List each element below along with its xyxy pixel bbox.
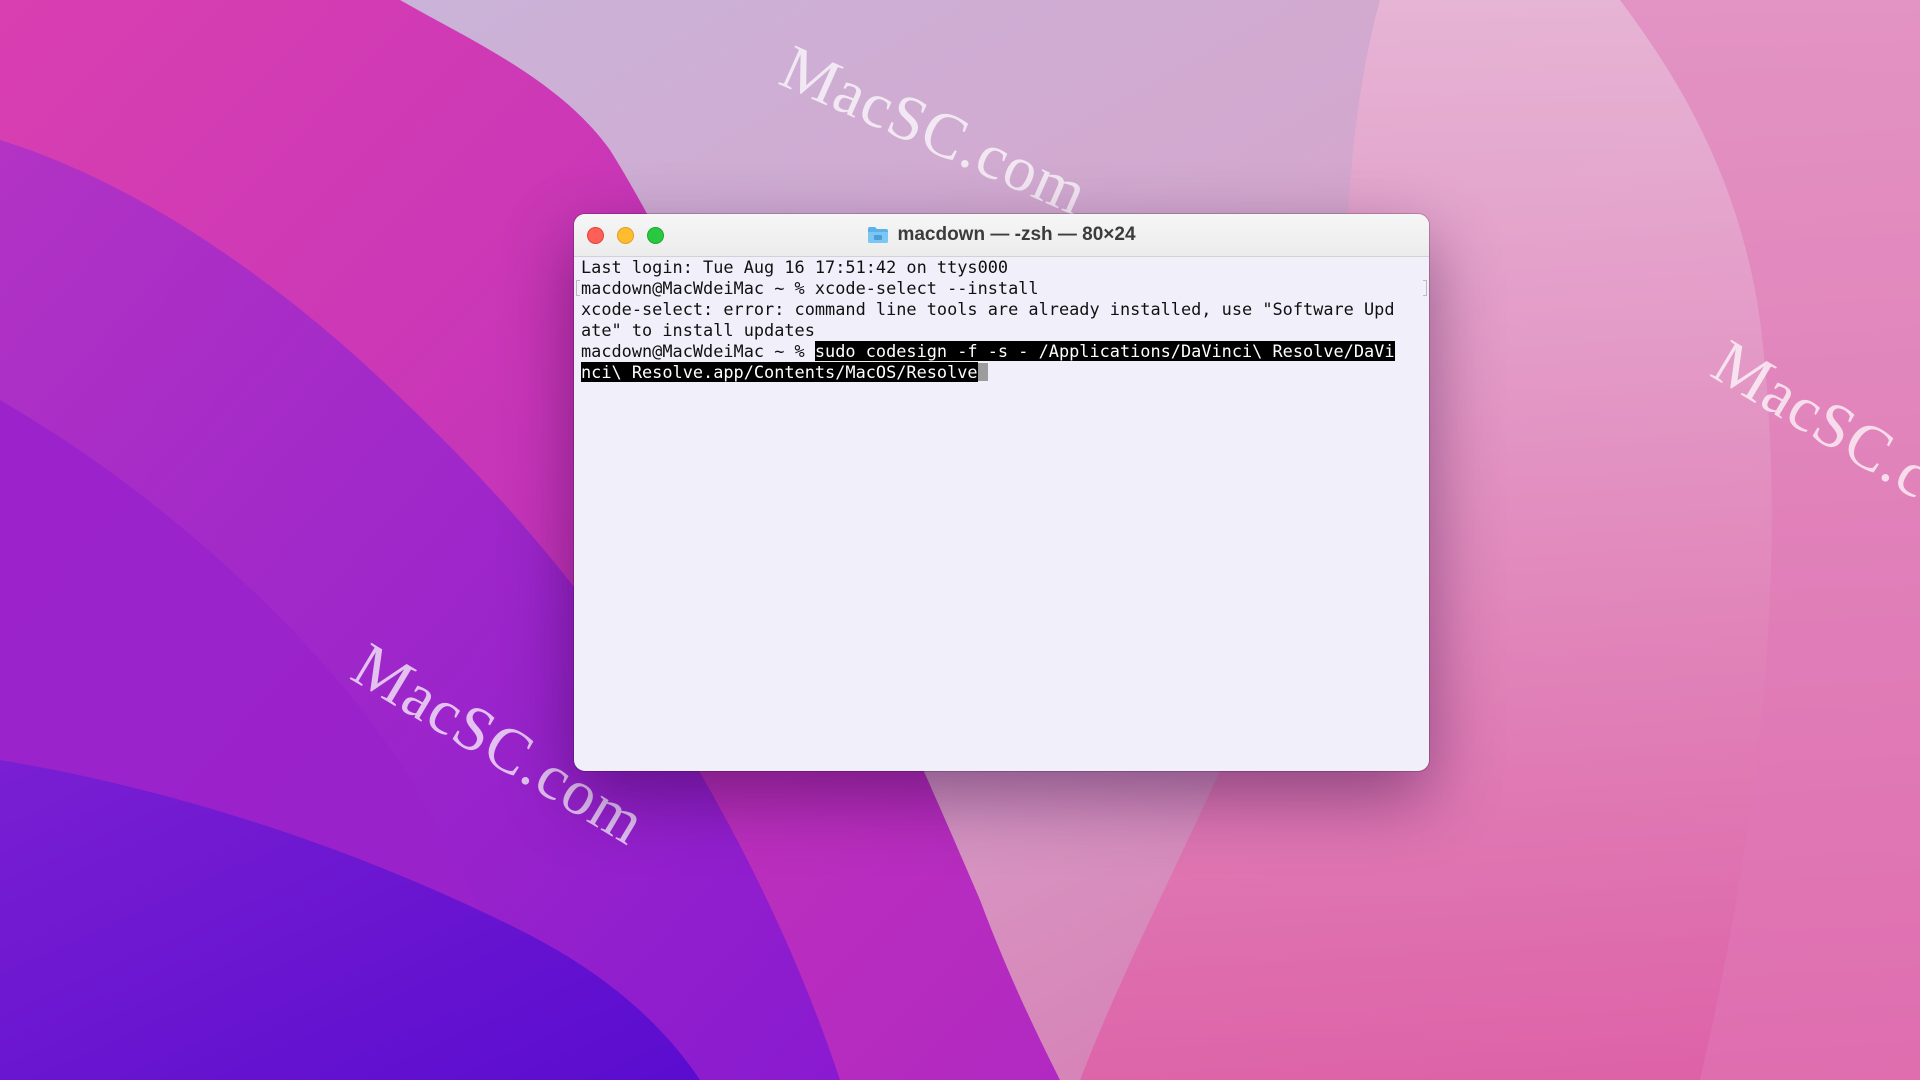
terminal-command-line-continued: nci\ Resolve.app/Contents/MacOS/Resolve <box>581 362 1422 383</box>
folder-icon <box>867 226 889 244</box>
terminal-line: ate" to install updates <box>581 320 815 340</box>
terminal-line: macdown@MacWdeiMac ~ % xcode-select --in… <box>581 278 1039 298</box>
line-mark-left <box>576 280 580 296</box>
terminal-command-line: macdown@MacWdeiMac ~ % sudo codesign -f … <box>581 341 1422 362</box>
terminal-screen[interactable]: Last login: Tue Aug 16 17:51:42 on ttys0… <box>574 257 1429 771</box>
shell-prompt: macdown@MacWdeiMac ~ % <box>581 341 815 361</box>
window-title-area: macdown — -zsh — 80×24 <box>574 214 1429 256</box>
selected-command-text: sudo codesign -f -s - /Applications/DaVi… <box>814 341 1395 361</box>
line-mark-right <box>1423 280 1427 296</box>
selected-command-text-continued: nci\ Resolve.app/Contents/MacOS/Resolve <box>581 362 978 382</box>
text-cursor <box>977 363 988 381</box>
window-titlebar[interactable]: macdown — -zsh — 80×24 <box>574 214 1429 257</box>
terminal-line: xcode-select: error: command line tools … <box>581 299 1395 319</box>
terminal-window[interactable]: macdown — -zsh — 80×24 Last login: Tue A… <box>574 214 1429 771</box>
terminal-line: Last login: Tue Aug 16 17:51:42 on ttys0… <box>581 257 1009 277</box>
window-title: macdown — -zsh — 80×24 <box>897 224 1136 245</box>
